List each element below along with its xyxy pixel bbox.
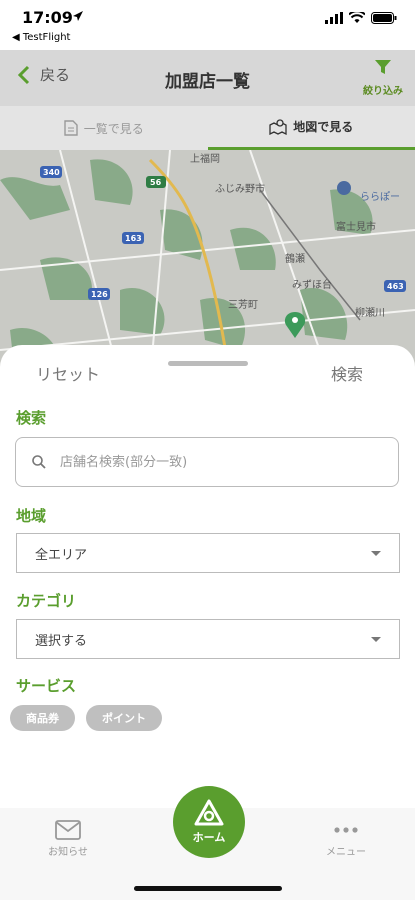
- app-header: 戻る 加盟店一覧 絞り込み: [0, 50, 415, 106]
- region-value: 全エリア: [35, 547, 88, 563]
- category-select[interactable]: 選択する: [16, 619, 400, 659]
- search-button[interactable]: 検索: [331, 361, 363, 385]
- page-title: 加盟店一覧: [165, 72, 250, 92]
- more-dots-icon: [334, 827, 358, 833]
- filter-button[interactable]: 絞り込み: [363, 58, 403, 97]
- map-label: 上福岡: [190, 152, 220, 165]
- route-badge-label: 463: [387, 282, 404, 291]
- nav-menu-label: メニュー: [326, 847, 366, 858]
- chevron-down-icon: [371, 550, 381, 556]
- map-pin-icon: [269, 118, 287, 135]
- tab-map-view[interactable]: 地図で見る: [207, 106, 415, 150]
- route-badge-label: 340: [43, 168, 60, 177]
- home-logo-icon: [194, 799, 224, 826]
- wifi-icon: [349, 12, 365, 23]
- map-label: 鶴瀬: [285, 252, 305, 265]
- region-select[interactable]: 全エリア: [16, 533, 400, 573]
- nav-notices-label: お知らせ: [48, 847, 88, 858]
- location-arrow-icon: [73, 11, 83, 21]
- tab-label: 一覧で見る: [83, 121, 144, 136]
- shop-marker-icon: [337, 181, 351, 195]
- route-badge-label: 163: [125, 234, 142, 243]
- sheet-handle[interactable]: [168, 361, 248, 366]
- nav-notices[interactable]: お知らせ: [28, 820, 108, 858]
- search-section-label: 検索: [16, 409, 47, 427]
- back-to-testflight[interactable]: ◀ TestFlight: [12, 32, 70, 43]
- status-bar: 17:09 ◀ TestFlight: [0, 0, 415, 50]
- nav-home-label: ホーム: [192, 831, 226, 844]
- map-label: ふじみ野市: [215, 182, 265, 195]
- service-section-label: サービス: [16, 677, 77, 695]
- reset-button[interactable]: リセット: [36, 361, 100, 385]
- filter-label: 絞り込み: [363, 86, 403, 97]
- tab-list-view[interactable]: 一覧で見る: [0, 106, 208, 150]
- chevron-down-icon: [371, 636, 381, 642]
- filter-icon: [375, 60, 391, 74]
- store-search-field[interactable]: [15, 437, 399, 487]
- map-label: ららぽー: [360, 191, 400, 203]
- search-input[interactable]: [58, 453, 382, 471]
- status-icons: [325, 12, 397, 24]
- map-label: 柳瀬川: [355, 306, 385, 319]
- category-section-label: カテゴリ: [16, 592, 77, 610]
- view-tabs: 一覧で見る 地図で見る: [0, 106, 415, 150]
- service-chip-gift-certificate[interactable]: 商品券: [10, 705, 75, 731]
- filter-sheet: リセット 検索 検索 地域 全エリア カテゴリ 選択する サービス 商品券 ポイ…: [0, 345, 415, 815]
- document-icon: [64, 120, 78, 136]
- route-badge-label: 56: [150, 178, 162, 187]
- route-badge-label: 126: [91, 290, 108, 299]
- status-time: 17:09: [22, 8, 73, 27]
- nav-home[interactable]: ホーム: [173, 786, 245, 858]
- service-chip-points[interactable]: ポイント: [86, 705, 162, 731]
- nav-menu[interactable]: メニュー: [306, 820, 386, 858]
- category-value: 選択する: [35, 633, 88, 649]
- map-label: 富士見市: [336, 220, 376, 233]
- region-section-label: 地域: [16, 507, 47, 525]
- home-indicator: [134, 886, 282, 891]
- signal-icon: [325, 12, 343, 24]
- map-label: 三芳町: [228, 298, 258, 311]
- map-label: みずほ台: [292, 278, 332, 291]
- service-chips: 商品券 ポイント: [10, 705, 162, 731]
- battery-icon: [371, 12, 397, 24]
- search-icon: [32, 455, 46, 469]
- bottom-nav: お知らせ ホーム メニュー: [0, 786, 415, 900]
- mail-icon: [55, 820, 81, 840]
- tab-label: 地図で見る: [293, 120, 354, 134]
